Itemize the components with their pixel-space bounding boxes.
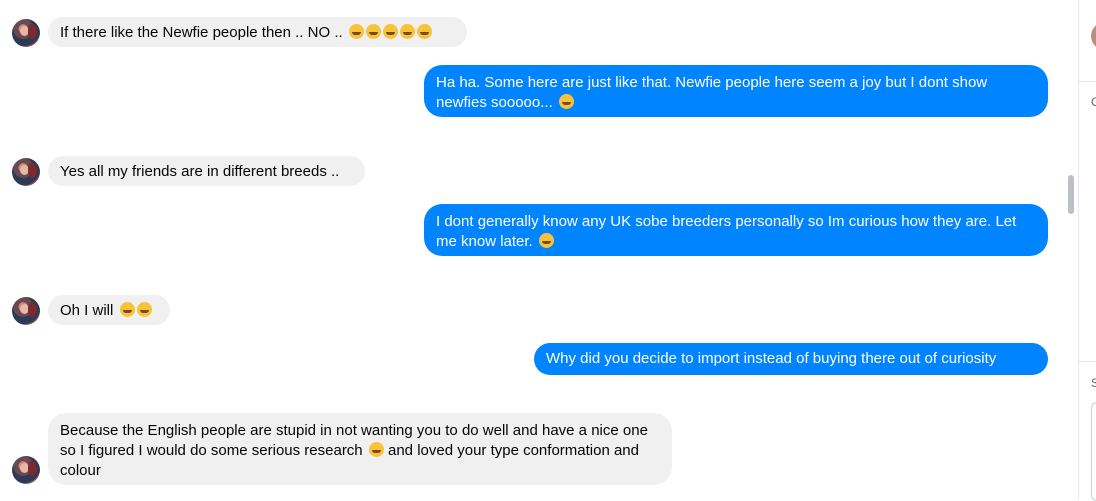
incoming-message-bubble[interactable]: Because the English people are stupid in… xyxy=(48,413,672,485)
outgoing-message-bubble[interactable]: Ha ha. Some here are just like that. New… xyxy=(424,65,1048,117)
profile-avatar[interactable] xyxy=(1091,22,1096,50)
smiling-emoji-icon xyxy=(368,442,384,457)
smiling-emoji-icon xyxy=(538,233,554,248)
message-text: Oh I will xyxy=(60,302,114,319)
laughing-emoji-icon xyxy=(136,302,152,317)
laughing-emoji-icon xyxy=(382,24,398,39)
laughing-emoji-icon xyxy=(348,24,364,39)
message-text: Why did you decide to import instead of … xyxy=(546,350,997,367)
outgoing-message-bubble[interactable]: Why did you decide to import instead of … xyxy=(534,343,1048,375)
side-panel-card[interactable] xyxy=(1091,402,1096,501)
divider xyxy=(1079,361,1096,362)
laughing-emoji-icon xyxy=(119,302,135,317)
side-panel-text: S xyxy=(1091,376,1096,390)
laughing-emoji-icon xyxy=(365,24,381,39)
message-thread: If there like the Newfie people then .. … xyxy=(0,0,1062,499)
message-text: I dont generally know any UK sobe breede… xyxy=(436,213,1017,250)
laughing-emoji-icon xyxy=(416,24,432,39)
message-text: Yes all my friends are in different bree… xyxy=(60,163,340,180)
scrollbar-thumb[interactable] xyxy=(1068,175,1074,214)
contact-avatar[interactable] xyxy=(12,297,40,325)
side-panel-text: C xyxy=(1091,95,1096,109)
message-text: Ha ha. Some here are just like that. New… xyxy=(436,74,988,111)
incoming-message-bubble[interactable]: Oh I will xyxy=(48,295,170,325)
laughing-emoji-icon xyxy=(399,24,415,39)
incoming-message-bubble[interactable]: If there like the Newfie people then .. … xyxy=(48,17,467,47)
divider xyxy=(1079,81,1096,82)
contact-avatar[interactable] xyxy=(12,456,40,484)
smiling-emoji-icon xyxy=(558,94,574,109)
incoming-message-bubble[interactable]: Yes all my friends are in different bree… xyxy=(48,156,365,186)
contact-avatar[interactable] xyxy=(12,158,40,186)
right-side-panel: C S xyxy=(1078,0,1096,501)
contact-avatar[interactable] xyxy=(12,19,40,47)
message-text: If there like the Newfie people then .. … xyxy=(60,24,343,41)
outgoing-message-bubble[interactable]: I dont generally know any UK sobe breede… xyxy=(424,204,1048,256)
